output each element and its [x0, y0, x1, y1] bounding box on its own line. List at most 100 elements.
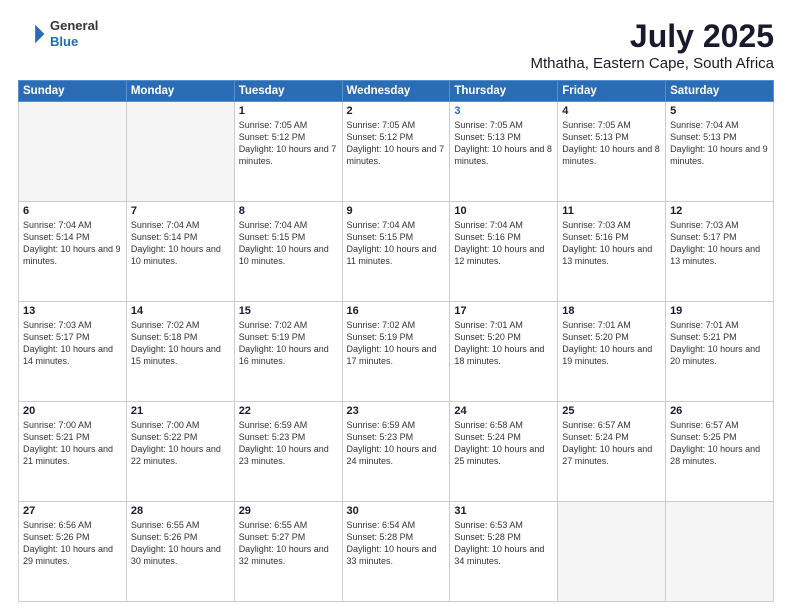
calendar-cell: 12Sunrise: 7:03 AMSunset: 5:17 PMDayligh…: [666, 202, 774, 302]
calendar-cell: 19Sunrise: 7:01 AMSunset: 5:21 PMDayligh…: [666, 302, 774, 402]
day-info: Sunrise: 7:03 AMSunset: 5:17 PMDaylight:…: [670, 219, 769, 268]
calendar-cell: 18Sunrise: 7:01 AMSunset: 5:20 PMDayligh…: [558, 302, 666, 402]
day-number: 5: [670, 105, 769, 117]
day-info: Sunrise: 6:55 AMSunset: 5:27 PMDaylight:…: [239, 519, 338, 568]
day-info: Sunrise: 7:04 AMSunset: 5:14 PMDaylight:…: [23, 219, 122, 268]
day-info: Sunrise: 6:56 AMSunset: 5:26 PMDaylight:…: [23, 519, 122, 568]
day-number: 1: [239, 105, 338, 117]
day-info: Sunrise: 7:04 AMSunset: 5:16 PMDaylight:…: [454, 219, 553, 268]
day-info: Sunrise: 7:01 AMSunset: 5:21 PMDaylight:…: [670, 319, 769, 368]
day-number: 24: [454, 405, 553, 417]
day-info: Sunrise: 6:53 AMSunset: 5:28 PMDaylight:…: [454, 519, 553, 568]
week-row-4: 20Sunrise: 7:00 AMSunset: 5:21 PMDayligh…: [19, 402, 774, 502]
day-info: Sunrise: 7:04 AMSunset: 5:14 PMDaylight:…: [131, 219, 230, 268]
day-number: 3: [454, 105, 553, 117]
day-info: Sunrise: 7:02 AMSunset: 5:18 PMDaylight:…: [131, 319, 230, 368]
calendar-subtitle: Mthatha, Eastern Cape, South Africa: [531, 55, 774, 72]
day-number: 10: [454, 205, 553, 217]
day-info: Sunrise: 7:05 AMSunset: 5:12 PMDaylight:…: [239, 119, 338, 168]
day-info: Sunrise: 6:57 AMSunset: 5:25 PMDaylight:…: [670, 419, 769, 468]
calendar-cell: [19, 102, 127, 202]
logo-blue: Blue: [50, 34, 98, 50]
column-header-wednesday: Wednesday: [342, 81, 450, 102]
day-number: 31: [454, 505, 553, 517]
day-number: 18: [562, 305, 661, 317]
day-info: Sunrise: 7:00 AMSunset: 5:22 PMDaylight:…: [131, 419, 230, 468]
calendar-cell: 9 Sunrise: 7:04 AMSunset: 5:15 PMDaylight…: [342, 202, 450, 302]
day-number: 2: [347, 105, 446, 117]
calendar-cell: 29 Sunrise: 6:55 AMSunset: 5:27 PMDayligh…: [234, 502, 342, 602]
logo-icon: [18, 20, 46, 48]
day-number: 16: [347, 305, 446, 317]
calendar-cell: 11 Sunrise: 7:03 AMSunset: 5:16 PMDayligh…: [558, 202, 666, 302]
day-info: Sunrise: 7:03 AMSunset: 5:16 PMDaylight:…: [562, 219, 661, 268]
day-info: Sunrise: 7:04 AMSunset: 5:15 PMDaylight:…: [239, 219, 338, 268]
calendar-cell: 15 Sunrise: 7:02 AMSunset: 5:19 PMDayligh…: [234, 302, 342, 402]
title-block: July 2025 Mthatha, Eastern Cape, South A…: [531, 18, 774, 72]
day-number: 29: [239, 505, 338, 517]
calendar-cell: [126, 102, 234, 202]
calendar-cell: 21 Sunrise: 7:00 AMSunset: 5:22 PMDayligh…: [126, 402, 234, 502]
day-number: 15: [239, 305, 338, 317]
calendar-cell: 25 Sunrise: 6:57 AMSunset: 5:24 PMDayligh…: [558, 402, 666, 502]
calendar-cell: 6 Sunrise: 7:04 AMSunset: 5:14 PMDaylight…: [19, 202, 127, 302]
day-info: Sunrise: 7:04 AMSunset: 5:13 PMDaylight:…: [670, 119, 769, 168]
day-info: Sunrise: 7:05 AMSunset: 5:13 PMDaylight:…: [562, 119, 661, 168]
calendar-cell: 23Sunrise: 6:59 AMSunset: 5:23 PMDayligh…: [342, 402, 450, 502]
day-info: Sunrise: 7:05 AMSunset: 5:12 PMDaylight:…: [347, 119, 446, 168]
day-info: Sunrise: 7:01 AMSunset: 5:20 PMDaylight:…: [454, 319, 553, 368]
calendar-cell: [666, 502, 774, 602]
day-number: 21: [131, 405, 230, 417]
calendar-cell: 2 Sunrise: 7:05 AMSunset: 5:12 PMDaylight…: [342, 102, 450, 202]
week-row-1: 1 Sunrise: 7:05 AMSunset: 5:12 PMDaylight…: [19, 102, 774, 202]
calendar-cell: 31 Sunrise: 6:53 AMSunset: 5:28 PMDayligh…: [450, 502, 558, 602]
day-info: Sunrise: 7:04 AMSunset: 5:15 PMDaylight:…: [347, 219, 446, 268]
calendar-cell: 17 Sunrise: 7:01 AMSunset: 5:20 PMDayligh…: [450, 302, 558, 402]
day-number: 14: [131, 305, 230, 317]
day-info: Sunrise: 6:59 AMSunset: 5:23 PMDaylight:…: [239, 419, 338, 468]
header: General Blue July 2025 Mthatha, Eastern …: [18, 18, 774, 72]
day-number: 8: [239, 205, 338, 217]
day-info: Sunrise: 6:58 AMSunset: 5:24 PMDaylight:…: [454, 419, 553, 468]
week-row-3: 13Sunrise: 7:03 AMSunset: 5:17 PMDayligh…: [19, 302, 774, 402]
calendar-cell: 5 Sunrise: 7:04 AMSunset: 5:13 PMDaylight…: [666, 102, 774, 202]
calendar-header-row: SundayMondayTuesdayWednesdayThursdayFrid…: [19, 81, 774, 102]
calendar-cell: 16 Sunrise: 7:02 AMSunset: 5:19 PMDayligh…: [342, 302, 450, 402]
day-info: Sunrise: 7:05 AMSunset: 5:13 PMDaylight:…: [454, 119, 553, 168]
calendar-table: SundayMondayTuesdayWednesdayThursdayFrid…: [18, 80, 774, 602]
column-header-tuesday: Tuesday: [234, 81, 342, 102]
day-number: 26: [670, 405, 769, 417]
calendar-cell: 20Sunrise: 7:00 AMSunset: 5:21 PMDayligh…: [19, 402, 127, 502]
column-header-saturday: Saturday: [666, 81, 774, 102]
column-header-monday: Monday: [126, 81, 234, 102]
day-number: 25: [562, 405, 661, 417]
calendar-cell: 28Sunrise: 6:55 AMSunset: 5:26 PMDayligh…: [126, 502, 234, 602]
calendar-title: July 2025: [531, 18, 774, 55]
day-info: Sunrise: 7:02 AMSunset: 5:19 PMDaylight:…: [239, 319, 338, 368]
day-number: 17: [454, 305, 553, 317]
page: General Blue July 2025 Mthatha, Eastern …: [0, 0, 792, 612]
day-number: 28: [131, 505, 230, 517]
column-header-friday: Friday: [558, 81, 666, 102]
calendar-cell: 14 Sunrise: 7:02 AMSunset: 5:18 PMDayligh…: [126, 302, 234, 402]
day-number: 9: [347, 205, 446, 217]
column-header-sunday: Sunday: [19, 81, 127, 102]
day-number: 20: [23, 405, 122, 417]
day-number: 4: [562, 105, 661, 117]
calendar-cell: 1 Sunrise: 7:05 AMSunset: 5:12 PMDaylight…: [234, 102, 342, 202]
logo: General Blue: [18, 18, 98, 49]
calendar-cell: 26 Sunrise: 6:57 AMSunset: 5:25 PMDayligh…: [666, 402, 774, 502]
week-row-2: 6 Sunrise: 7:04 AMSunset: 5:14 PMDaylight…: [19, 202, 774, 302]
day-number: 30: [347, 505, 446, 517]
day-number: 6: [23, 205, 122, 217]
calendar-cell: 13Sunrise: 7:03 AMSunset: 5:17 PMDayligh…: [19, 302, 127, 402]
calendar-cell: 3 Sunrise: 7:05 AMSunset: 5:13 PMDaylight…: [450, 102, 558, 202]
calendar-cell: 7Sunrise: 7:04 AMSunset: 5:14 PMDaylight…: [126, 202, 234, 302]
day-number: 11: [562, 205, 661, 217]
day-number: 22: [239, 405, 338, 417]
day-info: Sunrise: 6:57 AMSunset: 5:24 PMDaylight:…: [562, 419, 661, 468]
calendar-cell: 10 Sunrise: 7:04 AMSunset: 5:16 PMDayligh…: [450, 202, 558, 302]
calendar-cell: 24 Sunrise: 6:58 AMSunset: 5:24 PMDayligh…: [450, 402, 558, 502]
day-number: 23: [347, 405, 446, 417]
day-info: Sunrise: 7:02 AMSunset: 5:19 PMDaylight:…: [347, 319, 446, 368]
